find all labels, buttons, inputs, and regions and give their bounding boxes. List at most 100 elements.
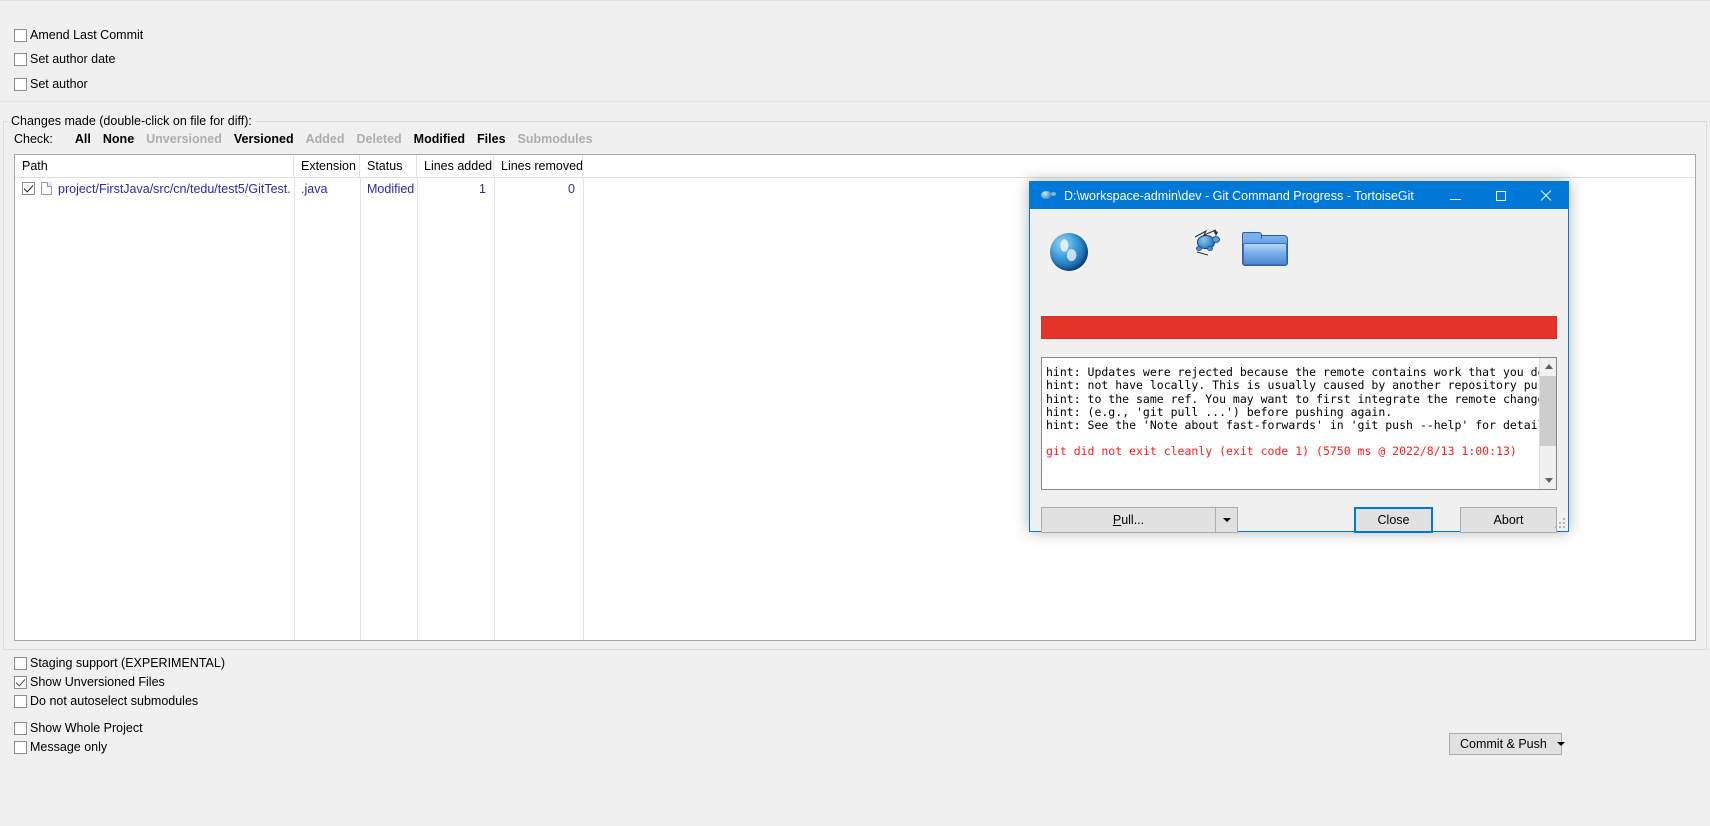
header-underline [15, 177, 1695, 178]
col-divider-1 [294, 177, 295, 640]
minimize-icon [1450, 198, 1461, 200]
col-divider-5 [583, 177, 584, 640]
options-section-divider [0, 101, 1710, 102]
checkbox-message-only[interactable]: Message only [14, 741, 107, 754]
pull-accesskey: P [1112, 513, 1122, 527]
minimize-button[interactable] [1433, 182, 1478, 209]
filter-none[interactable]: None [103, 132, 134, 146]
log-text: hint: Updates were rejected because the … [1046, 358, 1556, 459]
set-author-date-box[interactable] [14, 53, 27, 66]
commit-dropdown-toggle[interactable] [1556, 734, 1565, 754]
folder-tab [1242, 232, 1262, 239]
message-only-label: Message only [30, 740, 108, 754]
close-icon [1540, 190, 1552, 202]
resize-grip[interactable] [1555, 518, 1566, 529]
folder-front [1243, 243, 1287, 265]
cell-status: Modified [367, 182, 415, 196]
window-controls [1433, 182, 1568, 209]
abort-button[interactable]: Abort [1460, 507, 1557, 533]
commit-and-push-button[interactable]: Commit & Push [1449, 733, 1565, 755]
checkbox-set-author-date[interactable]: Set author date [14, 53, 115, 66]
filter-modified[interactable]: Modified [414, 132, 465, 146]
column-header-path[interactable]: Path [15, 155, 294, 177]
top-divider [0, 0, 1710, 1]
filter-unversioned: Unversioned [146, 132, 222, 146]
cell-lines-removed: 0 [568, 182, 575, 196]
set-author-label: Set author [30, 77, 88, 91]
do-not-autoselect-submodules-box[interactable] [14, 695, 27, 708]
check-label: Check: [14, 132, 53, 146]
log-line-3: hint: (e.g., 'git pull ...') before push… [1046, 404, 1393, 419]
log-line-0: hint: Updates were rejected because the … [1046, 365, 1545, 380]
transfer-arrows-icon [1194, 229, 1218, 256]
git-command-progress-dialog: D:\workspace-admin\dev - Git Command Pro… [1029, 181, 1569, 533]
checkbox-show-unversioned-files[interactable]: Show Unversioned Files [14, 676, 165, 689]
col-divider-3 [417, 177, 418, 640]
column-header-lines-removed[interactable]: Lines removed [494, 155, 583, 177]
amend-last-commit-label: Amend Last Commit [30, 28, 144, 42]
folder-icon [1242, 232, 1288, 266]
maximize-button[interactable] [1478, 182, 1523, 209]
set-author-box[interactable] [14, 78, 27, 91]
top-divider-secondary [0, 16, 1710, 17]
cell-lines-added: 1 [479, 182, 486, 196]
git-output-log[interactable]: hint: Updates were rejected because the … [1041, 357, 1557, 490]
pull-split-button[interactable]: Pull... [1041, 507, 1238, 533]
globe-icon [1050, 233, 1088, 271]
checkbox-staging-support[interactable]: Staging support (EXPERIMENTAL) [14, 657, 225, 670]
filter-submodules: Submodules [517, 132, 593, 146]
dialog-title-bar[interactable]: D:\workspace-admin\dev - Git Command Pro… [1030, 182, 1568, 209]
log-line-4: hint: See the 'Note about fast-forwards'… [1046, 418, 1557, 433]
show-whole-project-box[interactable] [14, 722, 27, 735]
checkbox-amend-last-commit[interactable]: Amend Last Commit [14, 29, 143, 42]
pull-button-label: Pull... [1042, 508, 1215, 532]
tortoisegit-commit-window: Amend Last Commit Set author date Set au… [0, 0, 1710, 826]
log-scrollbar[interactable] [1539, 358, 1556, 489]
scrollbar-thumb[interactable] [1540, 376, 1556, 446]
log-line-1: hint: not have locally. This is usually … [1046, 378, 1557, 393]
changes-made-title: Changes made (double-click on file for d… [8, 114, 255, 128]
progress-bar [1041, 316, 1557, 339]
file-icon [41, 182, 52, 195]
staging-support-label: Staging support (EXPERIMENTAL) [30, 656, 225, 670]
turtle-icon [1192, 228, 1222, 258]
staging-support-box[interactable] [14, 657, 27, 670]
row-checkbox[interactable] [22, 182, 35, 195]
show-unversioned-files-box[interactable] [14, 676, 27, 689]
scroll-down-button[interactable] [1540, 472, 1556, 489]
scroll-up-button[interactable] [1540, 358, 1556, 375]
message-only-box[interactable] [14, 741, 27, 754]
chevron-down-icon [1544, 478, 1553, 483]
amend-last-commit-box[interactable] [14, 29, 27, 42]
close-button[interactable] [1523, 182, 1568, 209]
pull-label-rest: ull... [1121, 513, 1145, 527]
column-header-extension[interactable]: Extension [294, 155, 360, 177]
dialog-title: D:\workspace-admin\dev - Git Command Pro… [1064, 188, 1414, 203]
maximize-icon [1495, 190, 1506, 201]
set-author-date-label: Set author date [30, 52, 116, 66]
log-error-line: git did not exit cleanly (exit code 1) (… [1046, 444, 1517, 459]
col-divider-4 [494, 177, 495, 640]
column-header-status[interactable]: Status [360, 155, 417, 177]
filter-deleted: Deleted [356, 132, 402, 146]
filter-files[interactable]: Files [477, 132, 506, 146]
col-divider-2 [360, 177, 361, 640]
filter-versioned[interactable]: Versioned [234, 132, 294, 146]
chevron-down-icon [1556, 742, 1565, 746]
checkbox-do-not-autoselect-submodules[interactable]: Do not autoselect submodules [14, 695, 198, 708]
tortoisegit-icon [1040, 188, 1056, 204]
filter-all[interactable]: All [75, 132, 91, 146]
show-whole-project-label: Show Whole Project [30, 721, 143, 735]
column-header-lines-added[interactable]: Lines added [417, 155, 494, 177]
check-filter-row: Check: All None Unversioned Versioned Ad… [14, 132, 605, 146]
checkbox-show-whole-project[interactable]: Show Whole Project [14, 722, 143, 735]
log-line-2: hint: to the same ref. You may want to f… [1046, 391, 1552, 406]
checkbox-set-author[interactable]: Set author [14, 78, 88, 91]
do-not-autoselect-submodules-label: Do not autoselect submodules [30, 694, 199, 708]
file-list-header: Path Extension Status Lines added Lines … [15, 155, 1695, 177]
pull-dropdown-toggle[interactable] [1216, 508, 1237, 532]
cell-path: project/FirstJava/src/cn/tedu/test5/GitT… [58, 182, 290, 196]
cell-extension: .java [301, 182, 328, 196]
chevron-down-icon [1222, 518, 1231, 522]
close-dialog-button[interactable]: Close [1354, 507, 1433, 533]
